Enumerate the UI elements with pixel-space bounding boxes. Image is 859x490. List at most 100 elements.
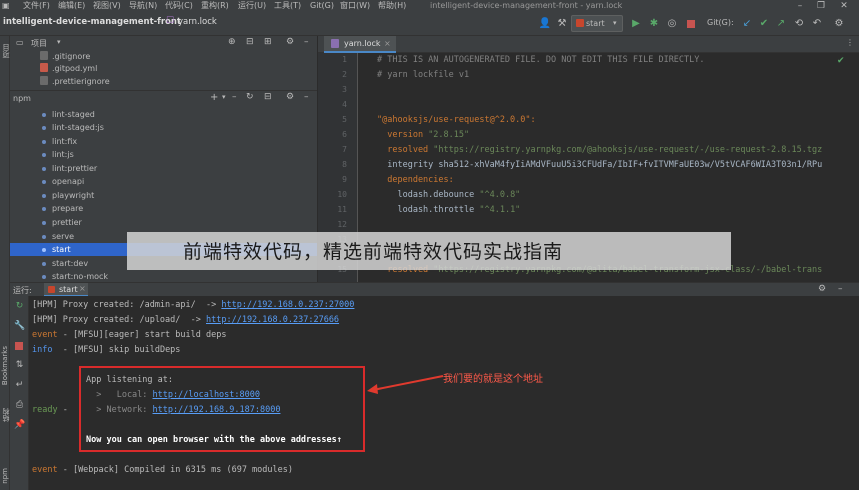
add-icon[interactable]: +	[210, 92, 218, 103]
coverage-icon[interactable]: ◎	[665, 17, 679, 31]
run-config-select[interactable]: start ▾	[571, 15, 623, 32]
minimize-icon[interactable]: –	[790, 0, 810, 12]
collapse-all-icon[interactable]: ⊟	[264, 92, 272, 102]
restore-layout-icon[interactable]: ⇅	[14, 360, 25, 371]
lock-file-icon	[331, 39, 339, 48]
console-tag: event	[32, 330, 58, 340]
collapse-all-icon[interactable]: ⊟	[246, 37, 254, 47]
app-logo-icon[interactable]: ▣	[2, 0, 10, 12]
script-icon	[42, 180, 46, 184]
chevron-down-icon[interactable]: ▾	[57, 38, 61, 46]
bookmarks-tool-label[interactable]: Bookmarks	[1, 346, 9, 385]
restore-icon[interactable]: ❐	[811, 0, 831, 12]
settings-icon[interactable]: ⚙	[832, 17, 846, 31]
hide-panel-icon[interactable]: –	[304, 92, 309, 102]
tree-item[interactable]: .gitpod.yml	[40, 63, 97, 73]
npm-script-item[interactable]: lint:js	[10, 148, 317, 161]
highlight-box	[79, 366, 365, 452]
inspection-ok-icon[interactable]: ✔	[837, 56, 845, 66]
npm-script-label: prepare	[52, 204, 84, 213]
console-tag: event	[32, 465, 58, 475]
menu-window[interactable]: 窗口(W)	[340, 0, 370, 12]
debug-icon[interactable]: ✱	[647, 17, 661, 31]
folder-icon: ▭	[16, 38, 24, 47]
tree-item[interactable]: .gitignore	[40, 51, 90, 61]
stop-icon[interactable]	[15, 342, 23, 350]
git-commit-icon[interactable]: ✔	[757, 17, 771, 31]
console-link[interactable]: http://192.168.0.237:27000	[221, 300, 354, 310]
script-icon	[42, 248, 46, 252]
code-line: dependencies:	[377, 175, 454, 185]
npm-script-item[interactable]: lint:prettier	[10, 162, 317, 175]
npm-script-item[interactable]: lint-staged:js	[10, 121, 317, 134]
pin-icon[interactable]: 📌	[14, 420, 25, 431]
rollback-icon[interactable]: ↶	[810, 17, 824, 31]
user-icon[interactable]: 👤	[538, 17, 552, 31]
npm-script-item[interactable]: lint-staged	[10, 108, 317, 121]
npm-script-item[interactable]: prettier	[10, 216, 317, 229]
tree-item[interactable]: .prettierignore	[40, 76, 110, 86]
git-update-icon[interactable]: ↙	[740, 17, 754, 31]
close-tab-icon[interactable]: ×	[384, 36, 391, 51]
npm-panel-title: npm	[13, 94, 31, 103]
run-icon[interactable]: ▶	[629, 17, 643, 31]
file-icon	[40, 76, 48, 85]
console-line: event - [MFSU][eager] start build deps	[32, 330, 226, 340]
rerun-icon[interactable]: ↻	[14, 301, 25, 312]
npm-script-item[interactable]: lint:fix	[10, 135, 317, 148]
gear-icon[interactable]: ⚙	[286, 37, 294, 47]
run-tab-start[interactable]: start ×	[44, 283, 88, 297]
npm-config-icon	[576, 19, 584, 27]
chevron-down-icon[interactable]: ▾	[222, 93, 226, 101]
breadcrumb-separator-icon: ›	[158, 17, 162, 26]
menu-edit[interactable]: 编辑(E)	[58, 0, 85, 12]
console-output[interactable]: [HPM] Proxy created: /admin-api/ -> http…	[29, 296, 859, 490]
wrench-icon[interactable]: 🔧	[14, 321, 25, 332]
npm-script-item[interactable]: start:no-mock	[10, 270, 317, 282]
console-link[interactable]: http://192.168.0.237:27666	[206, 315, 339, 325]
menu-view[interactable]: 视图(V)	[93, 0, 121, 12]
hide-panel-icon[interactable]: –	[304, 37, 309, 47]
npm-script-label: lint:fix	[52, 137, 78, 146]
menu-help[interactable]: 帮助(H)	[378, 0, 406, 12]
npm-tool-label[interactable]: npm	[1, 468, 9, 484]
line-number: 2	[342, 70, 347, 79]
hide-panel-icon[interactable]: –	[838, 284, 843, 294]
line-number: 7	[342, 145, 347, 154]
refresh-icon[interactable]: ↻	[246, 92, 254, 102]
git-push-icon[interactable]: ↗	[774, 17, 788, 31]
project-panel-title[interactable]: 项目	[31, 38, 47, 49]
stop-icon[interactable]	[687, 20, 695, 28]
menu-file[interactable]: 文件(F)	[23, 0, 50, 12]
menu-run[interactable]: 运行(U)	[238, 0, 266, 12]
run-toolbar: ↻ 🔧 ⇅ ↵ ⎙ 📌	[10, 296, 29, 490]
run-tab-label: start	[59, 285, 78, 294]
npm-script-item[interactable]: playwright	[10, 189, 317, 202]
collapse-icon[interactable]: –	[232, 92, 237, 102]
npm-script-label: lint-staged:js	[52, 123, 104, 132]
print-icon[interactable]: ⎙	[14, 400, 25, 411]
soft-wrap-icon[interactable]: ↵	[14, 380, 25, 391]
breadcrumb-file[interactable]: yarn.lock	[178, 17, 217, 27]
line-number: 4	[342, 100, 347, 109]
menu-code[interactable]: 代码(C)	[165, 0, 193, 12]
npm-script-item[interactable]: openapi	[10, 175, 317, 188]
close-tab-icon[interactable]: ×	[79, 284, 86, 293]
expand-all-icon[interactable]: ⊞	[264, 37, 272, 47]
more-icon[interactable]: ⋮	[846, 38, 854, 47]
code-string: "^4.1.1"	[479, 205, 521, 215]
npm-script-item[interactable]: prepare	[10, 202, 317, 215]
hammer-icon[interactable]: ⚒	[555, 17, 569, 31]
menu-tools[interactable]: 工具(T)	[274, 0, 301, 12]
tab-yarn-lock[interactable]: yarn.lock ×	[324, 36, 396, 53]
history-icon[interactable]: ⟲	[792, 17, 806, 31]
menu-navigate[interactable]: 导航(N)	[129, 0, 157, 12]
gear-icon[interactable]: ⚙	[818, 284, 826, 294]
menu-refactor[interactable]: 重构(R)	[201, 0, 229, 12]
gear-icon[interactable]: ⚙	[286, 92, 294, 102]
close-window-icon[interactable]: ✕	[834, 0, 854, 12]
npm-script-label: prettier	[52, 218, 82, 227]
breadcrumb-project[interactable]: intelligent-device-management-front	[3, 17, 181, 27]
locate-icon[interactable]: ⊕	[228, 37, 236, 47]
menu-git[interactable]: Git(G)	[310, 0, 334, 12]
